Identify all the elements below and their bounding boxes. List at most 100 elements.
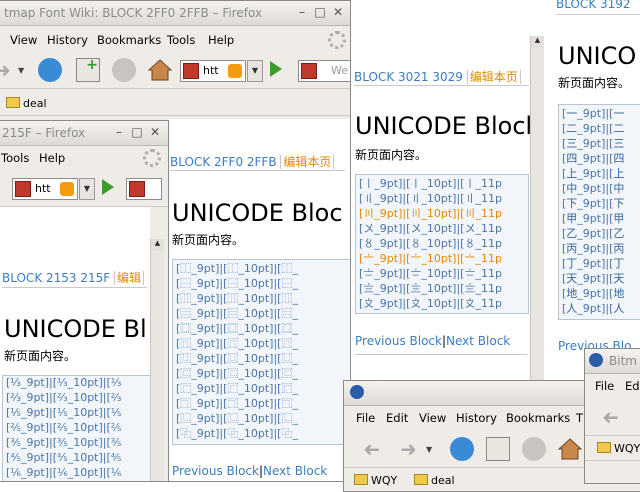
glyph-row[interactable]: [〧_9pt]|[〧_10pt]|[〧_11p [356,265,528,280]
menu-edit[interactable]: Edi [625,379,640,393]
stop-icon[interactable] [112,58,136,82]
glyph-row[interactable]: [⿲_9pt]|[⿲_10pt]|[⿲_ [173,290,350,305]
minimize-button[interactable]: – [295,5,309,19]
maximize-button[interactable]: □ [313,5,327,19]
glyph-row[interactable]: [⿹_9pt]|[⿹_10pt]|[⿹_ [173,395,350,410]
glyph-row[interactable]: [〢_9pt]|[〢_10pt]|[〢_11p [356,190,528,205]
glyph-row[interactable]: [⿳_9pt]|[⿳_10pt]|[⿳_ [173,305,350,320]
bookmark-deal[interactable]: deal [23,97,47,110]
glyph-row[interactable]: [⅔_9pt]|[⅔_10pt]|[⅔ [3,391,150,406]
menu-history[interactable]: History [456,411,497,425]
close-button[interactable]: ✕ [148,125,162,139]
url-dropdown-button[interactable]: ▼ [79,178,95,200]
vertical-scrollbar[interactable]: ▲ [150,239,164,481]
url-field[interactable]: htt [180,60,246,82]
block-link[interactable]: BLOCK 3021 3029 [354,70,463,84]
menu-edit[interactable]: Edit [386,411,408,425]
go-button-icon[interactable] [102,179,114,195]
back-arrow-icon[interactable]: ➜ [356,437,380,461]
home-icon[interactable] [147,58,173,82]
url-dropdown-button[interactable]: ▼ [247,60,263,82]
glyph-row[interactable]: [〣_9pt]|[〣_10pt]|[〣_11p [356,205,528,220]
glyph-row[interactable]: [⅖_9pt]|[⅖_10pt]|[⅖ [3,421,150,436]
go-button-icon[interactable] [270,61,282,77]
bookmark-deal[interactable]: deal [431,474,455,487]
prev-block-link[interactable]: Previous Block [355,334,442,348]
reload-icon[interactable] [450,437,474,461]
glyph-row[interactable]: [⿺_9pt]|[⿺_10pt]|[⿺_ [173,410,350,425]
glyph-row[interactable]: [㆓_9pt]|[㆓ [559,120,640,135]
glyph-row[interactable]: [㆜_9pt]|[㆜ [559,255,640,270]
glyph-row[interactable]: [⅘_9pt]|[⅘_10pt]|[⅘ [3,451,150,466]
glyph-row[interactable]: [⿰_9pt]|[⿰_10pt]|[⿰_ [173,260,350,275]
forward-arrow-icon[interactable]: ➜ [400,437,424,461]
menu-tools[interactable]: Tools [1,151,29,165]
glyph-row[interactable]: [㆒_9pt]|[㆒ [559,105,640,120]
glyph-row[interactable]: [〥_9pt]|[〥_10pt]|[〥_11p [356,235,528,250]
edit-page-link[interactable]: 编辑本页 [466,70,521,84]
glyph-row[interactable]: [㆙_9pt]|[㆙ [559,210,640,225]
glyph-row[interactable]: [〩_9pt]|[〩_10pt]|[〩_11p [356,295,528,310]
glyph-row[interactable]: [〨_9pt]|[〨_10pt]|[〨_11p [356,280,528,295]
glyph-row[interactable]: [⅙_9pt]|[⅙_10pt]|[⅙ [3,466,150,481]
glyph-row[interactable]: [⅕_9pt]|[⅕_10pt]|[⅕ [3,406,150,421]
glyph-row[interactable]: [⅗_9pt]|[⅗_10pt]|[⅗ [3,436,150,451]
bookmark-wqy[interactable]: WQY [614,442,640,455]
rss-icon[interactable] [60,182,74,196]
menu-help[interactable]: Help [39,151,65,165]
glyph-row[interactable]: [㆛_9pt]|[㆛ [559,240,640,255]
glyph-row[interactable]: [⿸_9pt]|[⿸_10pt]|[⿸_ [173,380,350,395]
glyph-row[interactable]: [〡_9pt]|[〡_10pt]|[〡_11p [356,175,528,190]
menu-bookmarks[interactable]: Bookmarks [506,411,570,425]
glyph-row[interactable]: [㆖_9pt]|[㆖ [559,165,640,180]
menu-bookmarks[interactable]: Bookmarks [97,33,161,47]
rss-icon[interactable] [228,64,242,78]
glyph-row[interactable]: [㆔_9pt]|[㆔ [559,135,640,150]
minimize-button[interactable]: – [112,125,126,139]
glyph-row[interactable]: [㆚_9pt]|[㆚ [559,225,640,240]
glyph-row[interactable]: [⿶_9pt]|[⿶_10pt]|[⿶_ [173,350,350,365]
next-block-link[interactable]: Next Block [446,334,510,348]
block-link[interactable]: BLOCK 2FF0 2FFB [170,155,277,169]
scroll-up-arrow[interactable]: ▲ [531,36,544,48]
menu-file[interactable]: File [595,379,614,393]
glyph-row[interactable]: [㆞_9pt]|[㆞ [559,285,640,300]
vertical-scrollbar[interactable]: ▲ [530,36,544,386]
menu-tools[interactable]: T [576,411,583,425]
history-dropdown-icon[interactable]: ▼ [426,445,450,469]
block-link[interactable]: BLOCK 3192 [556,0,631,11]
bookmark-wqy[interactable]: WQY [371,474,397,487]
search-field[interactable] [126,178,162,200]
menu-tools[interactable]: Tools [167,33,195,47]
glyph-row[interactable]: [㆗_9pt]|[㆗ [559,180,640,195]
glyph-row[interactable]: [㆕_9pt]|[㆕ [559,150,640,165]
next-block-link[interactable]: Next Block [263,464,327,478]
forward-arrow-icon[interactable]: ➜ [0,58,18,82]
menu-view[interactable]: View [10,33,37,47]
new-tab-icon[interactable] [486,437,510,461]
menu-history[interactable]: History [47,33,88,47]
maximize-button[interactable]: □ [130,125,144,139]
glyph-row[interactable]: [⿻_9pt]|[⿻_10pt]|[⿻_ [173,425,350,440]
scroll-up-arrow[interactable]: ▲ [151,239,164,251]
stop-icon[interactable] [522,437,546,461]
glyph-row[interactable]: [㆘_9pt]|[㆘ [559,195,640,210]
glyph-row[interactable]: [〦_9pt]|[〦_10pt]|[〦_11p [356,250,528,265]
edit-page-link[interactable]: 编辑本页 [280,155,335,169]
glyph-row[interactable]: [⿵_9pt]|[⿵_10pt]|[⿵_ [173,335,350,350]
block-link[interactable]: BLOCK 2153 215F [2,271,110,285]
menu-file[interactable]: File [356,411,375,425]
glyph-row[interactable]: [㆝_9pt]|[㆝ [559,270,640,285]
new-tab-icon[interactable]: + [76,57,100,82]
prev-block-link[interactable]: Previous Block [172,464,259,478]
glyph-row[interactable]: [⿱_9pt]|[⿱_10pt]|[⿱_ [173,275,350,290]
glyph-row[interactable]: [〤_9pt]|[〤_10pt]|[〤_11p [356,220,528,235]
glyph-row[interactable]: [⿷_9pt]|[⿷_10pt]|[⿷_ [173,365,350,380]
back-arrow-icon[interactable]: ➜ [595,405,619,429]
reload-icon[interactable] [38,58,62,82]
glyph-row[interactable]: [⿴_9pt]|[⿴_10pt]|[⿴_ [173,320,350,335]
search-field[interactable]: We [298,60,350,82]
url-field[interactable]: htt [12,178,78,200]
edit-page-link[interactable]: 编辑 [114,271,145,285]
glyph-row[interactable]: [㆟_9pt]|[㆟ [559,300,640,315]
